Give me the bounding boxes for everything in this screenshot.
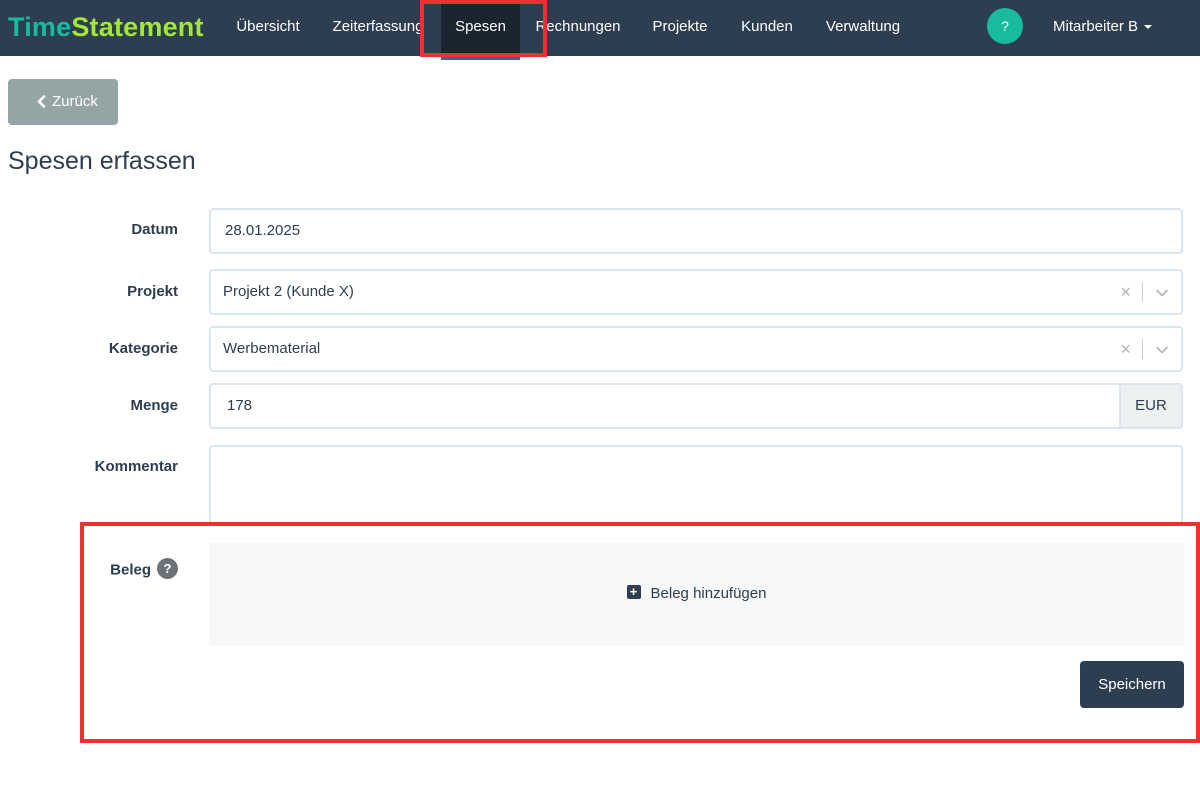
nav-item-projekte[interactable]: Projekte xyxy=(640,0,720,56)
page-title: Spesen erfassen xyxy=(8,147,196,175)
projekt-value: Projekt 2 (Kunde X) xyxy=(223,283,354,300)
question-icon[interactable]: ? xyxy=(157,558,178,579)
projekt-select[interactable]: Projekt 2 (Kunde X) × xyxy=(209,269,1183,315)
nav-item-uebersicht[interactable]: Übersicht xyxy=(224,0,312,56)
kommentar-label: Kommentar xyxy=(94,458,178,475)
brand-logo-part-1: Time xyxy=(8,12,72,42)
datum-value: 28.01.2025 xyxy=(225,222,301,239)
kategorie-value: Werbematerial xyxy=(223,340,321,357)
datum-field[interactable]: 28.01.2025 xyxy=(209,208,1183,254)
kategorie-clear-icon[interactable]: × xyxy=(1120,328,1131,370)
chevron-left-icon xyxy=(37,95,46,108)
help-button[interactable]: ? xyxy=(987,8,1023,44)
kategorie-select[interactable]: Werbematerial × xyxy=(209,326,1183,372)
nav-item-verwaltung[interactable]: Verwaltung xyxy=(814,0,912,56)
brand-logo-part-2: Statement xyxy=(71,12,204,42)
caret-down-icon xyxy=(1144,25,1153,30)
currency-addon: EUR xyxy=(1119,385,1181,427)
user-menu[interactable]: Mitarbeiter B xyxy=(1053,0,1153,56)
chevron-down-icon[interactable] xyxy=(1155,343,1169,357)
back-button[interactable]: Zurück xyxy=(8,79,118,125)
menge-value: 178 xyxy=(227,397,253,414)
plus-square-icon: + xyxy=(626,585,641,600)
menge-label: Menge xyxy=(130,397,178,414)
projekt-clear-icon[interactable]: × xyxy=(1120,271,1131,313)
kategorie-separator xyxy=(1142,339,1143,359)
save-button[interactable]: Speichern xyxy=(1080,661,1184,708)
projekt-separator xyxy=(1142,282,1143,302)
nav-item-zeiterfassung[interactable]: Zeiterfassung xyxy=(320,0,436,56)
add-beleg-label: Beleg hinzufügen xyxy=(650,585,767,602)
navbar: TimeStatement Übersicht Zeiterfassung Sp… xyxy=(0,0,1200,60)
menge-field[interactable]: 178 EUR xyxy=(209,383,1183,429)
beleg-dropzone[interactable]: + Beleg hinzufügen xyxy=(209,543,1184,646)
beleg-label: Beleg xyxy=(110,561,151,579)
datum-label: Datum xyxy=(131,221,178,238)
nav-item-kunden[interactable]: Kunden xyxy=(730,0,804,56)
add-beleg-button[interactable]: + Beleg hinzufügen xyxy=(209,585,1184,602)
user-menu-label: Mitarbeiter B xyxy=(1053,18,1139,35)
chevron-down-icon[interactable] xyxy=(1155,286,1169,300)
kommentar-textarea[interactable] xyxy=(209,445,1183,523)
projekt-label: Projekt xyxy=(127,283,178,300)
kategorie-label: Kategorie xyxy=(108,340,178,357)
back-button-label: Zurück xyxy=(52,93,98,110)
nav-item-spesen[interactable]: Spesen xyxy=(441,0,520,60)
beleg-label-row: Beleg? xyxy=(8,558,178,581)
brand-logo[interactable]: TimeStatement xyxy=(8,10,204,44)
nav-item-rechnungen[interactable]: Rechnungen xyxy=(528,0,628,56)
